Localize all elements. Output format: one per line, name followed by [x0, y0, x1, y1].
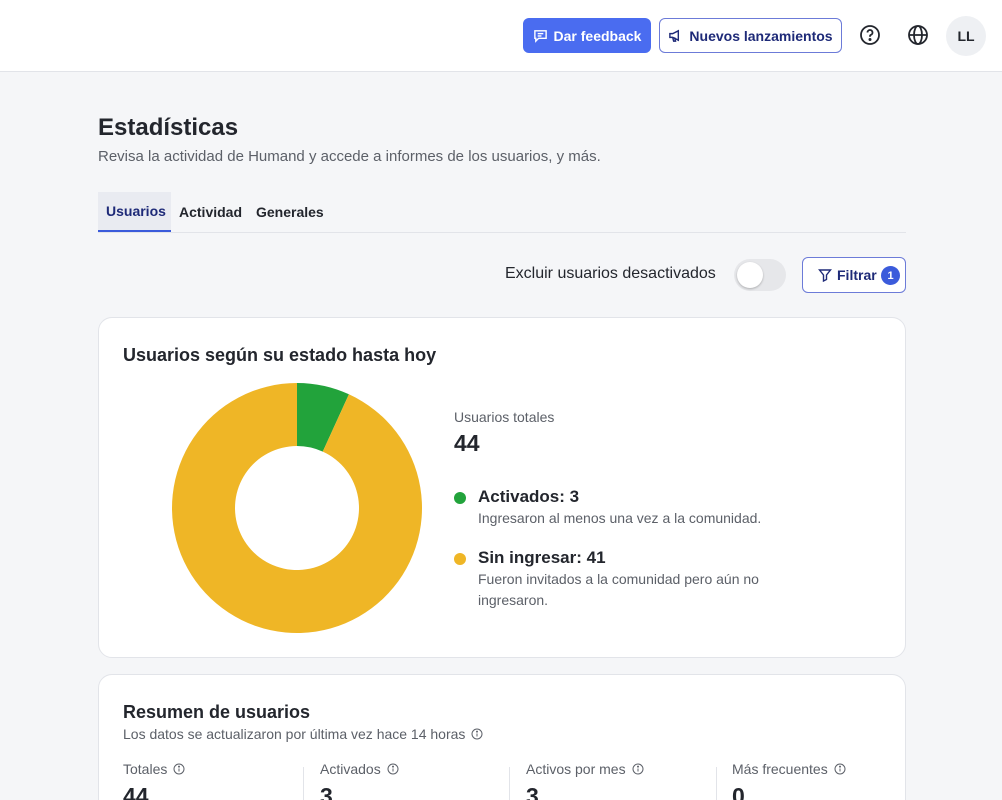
- users-summary-card: Resumen de usuarios Los datos se actuali…: [98, 674, 906, 800]
- page-title: Estadísticas: [98, 114, 239, 141]
- tab-actividad[interactable]: Actividad: [179, 192, 242, 232]
- user-avatar[interactable]: LL: [946, 16, 986, 56]
- info-icon[interactable]: [471, 728, 483, 740]
- donut-slice-sin-ingresar: [172, 383, 422, 633]
- total-users-value: 44: [454, 430, 480, 456]
- stat-divider: [509, 767, 510, 800]
- stat-divider: [303, 767, 304, 800]
- exclude-deactivated-toggle[interactable]: [734, 259, 786, 291]
- stat-monthly-active: Activos por mes 3: [526, 761, 644, 800]
- megaphone-icon: [669, 29, 680, 42]
- summary-updated-note: Los datos se actualizaron por última vez…: [123, 726, 483, 742]
- users-status-donut-chart: [172, 383, 422, 633]
- info-icon[interactable]: [173, 763, 185, 775]
- filter-count-badge: 1: [881, 266, 900, 285]
- stat-most-frequent-value: 0: [732, 783, 745, 800]
- info-icon[interactable]: [632, 763, 644, 775]
- users-status-title: Usuarios según su estado hasta hoy: [123, 345, 437, 365]
- stat-monthly-active-label: Activos por mes: [526, 761, 626, 777]
- legend-not-logged-in-title: Sin ingresar: 41: [478, 548, 606, 567]
- stat-activated-label: Activados: [320, 761, 381, 777]
- tab-usuarios[interactable]: Usuarios: [98, 192, 171, 232]
- language-button[interactable]: [905, 22, 931, 48]
- summary-updated-text: Los datos se actualizaron por última vez…: [123, 726, 466, 742]
- legend-activated-desc: Ingresaron al menos una vez a la comunid…: [478, 510, 762, 526]
- top-bar: Dar feedback Nuevos lanzamientos LL: [0, 0, 1002, 72]
- give-feedback-button[interactable]: Dar feedback: [523, 18, 651, 53]
- chat-bubble-icon: [533, 30, 547, 43]
- new-releases-label: Nuevos lanzamientos: [689, 27, 833, 44]
- filter-icon: [818, 269, 832, 282]
- legend-activated-title: Activados: 3: [478, 487, 580, 506]
- stat-most-frequent: Más frecuentes 0: [732, 761, 846, 800]
- exclude-deactivated-label: Excluir usuarios desactivados: [505, 265, 716, 282]
- legend-dot-not-logged-in: [454, 553, 466, 565]
- tab-bar: Usuarios Actividad Generales: [98, 192, 906, 233]
- stat-total: Totales 44: [123, 761, 185, 800]
- info-icon[interactable]: [387, 763, 399, 775]
- total-users-label: Usuarios totales: [454, 409, 555, 425]
- info-icon[interactable]: [834, 763, 846, 775]
- legend-dot-activated: [454, 492, 466, 504]
- globe-icon: [908, 25, 928, 45]
- give-feedback-label: Dar feedback: [553, 27, 642, 44]
- help-button[interactable]: [857, 22, 883, 48]
- stat-monthly-active-value: 3: [526, 783, 539, 800]
- toggle-knob: [737, 262, 763, 288]
- page-subtitle: Revisa la actividad de Humand y accede a…: [98, 148, 601, 165]
- users-summary-title: Resumen de usuarios: [123, 702, 311, 722]
- stat-activated: Activados 3: [320, 761, 399, 800]
- tab-generales[interactable]: Generales: [256, 192, 324, 232]
- question-circle-icon: [860, 25, 880, 45]
- stat-divider: [716, 767, 717, 800]
- new-releases-button[interactable]: Nuevos lanzamientos: [659, 18, 842, 53]
- filter-button[interactable]: Filtrar 1: [802, 257, 906, 293]
- legend-not-logged-in-desc: Fueron invitados a la comunidad pero aún…: [478, 571, 759, 608]
- stat-most-frequent-label: Más frecuentes: [732, 761, 828, 777]
- users-status-card: Usuarios según su estado hasta hoy Usuar…: [98, 317, 906, 658]
- stat-activated-value: 3: [320, 783, 333, 800]
- stat-total-value: 44: [123, 783, 149, 800]
- stat-total-label: Totales: [123, 761, 168, 777]
- filter-label: Filtrar: [837, 267, 877, 283]
